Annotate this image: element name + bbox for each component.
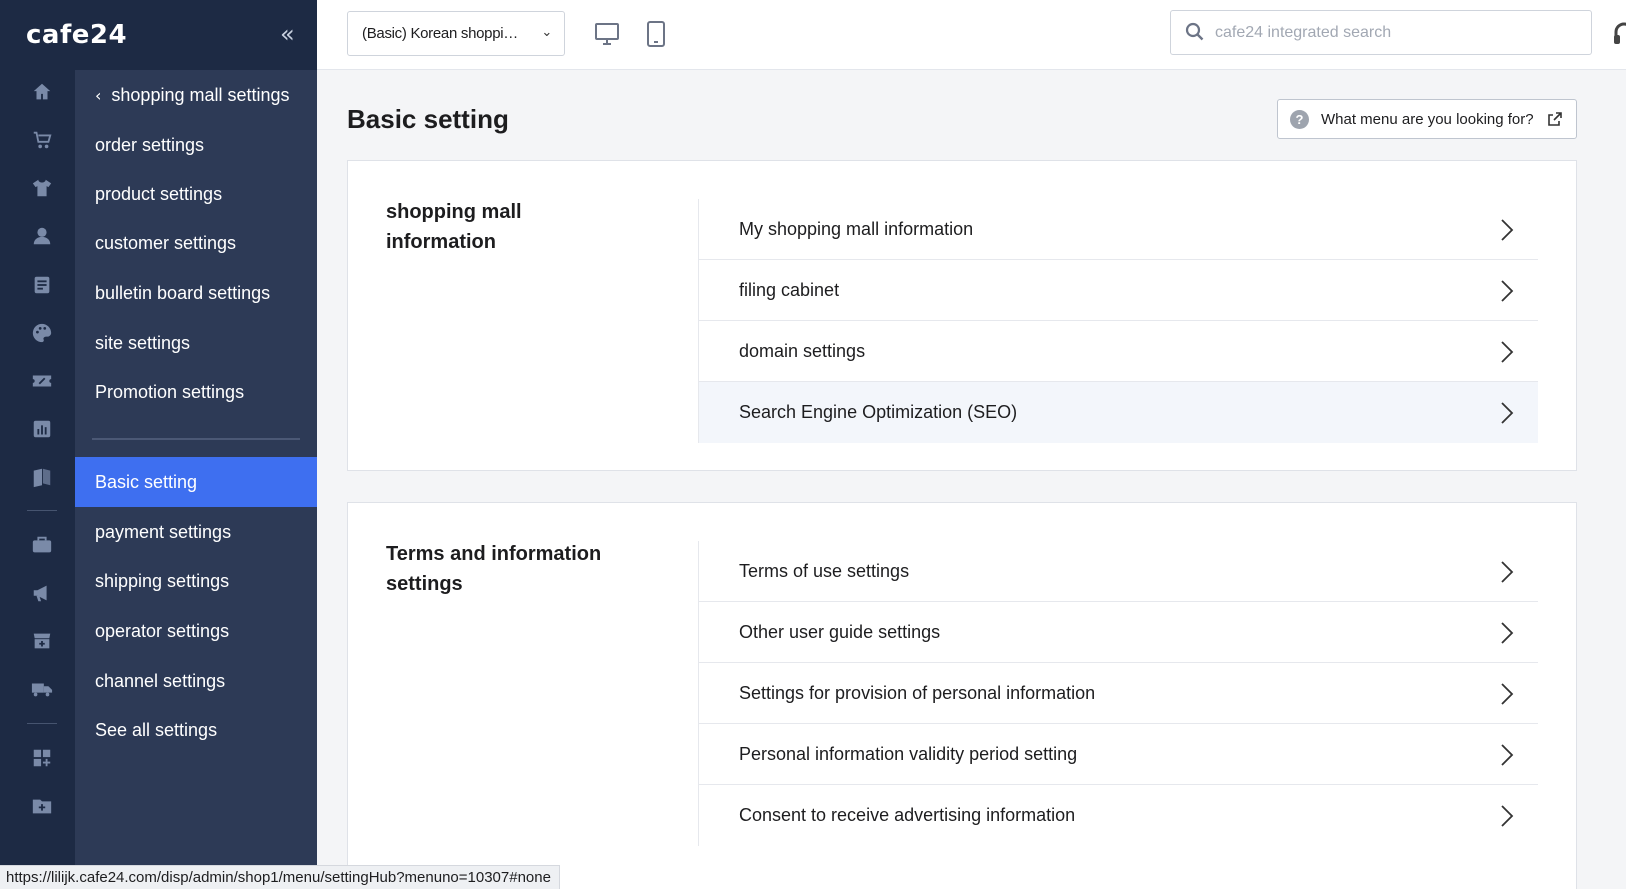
list-item[interactable]: Personal information validity period set… (699, 724, 1538, 785)
section-title: Terms and information settings (386, 543, 602, 595)
list-item-label: Terms of use settings (739, 560, 910, 581)
chevron-right-icon (1501, 744, 1514, 766)
cart-icon[interactable] (30, 128, 54, 152)
coupon-icon[interactable] (30, 369, 54, 393)
board-icon[interactable] (30, 273, 54, 297)
list-item-label: Settings for provision of personal infor… (739, 682, 1096, 703)
chevron-down-icon: ⌄ (541, 25, 552, 40)
chevron-right-icon (1501, 280, 1514, 302)
briefcase-icon[interactable] (30, 533, 54, 557)
chevron-right-icon (1501, 561, 1514, 583)
desktop-view-icon[interactable] (593, 20, 621, 48)
integrated-search-input[interactable]: cafe24 integrated search (1170, 10, 1592, 55)
apps-icon[interactable] (30, 746, 54, 770)
main-content: Basic setting ? What menu are you lookin… (317, 70, 1626, 889)
search-placeholder: cafe24 integrated search (1215, 23, 1392, 41)
list-item-label: Search Engine Optimization (SEO) (739, 402, 1018, 422)
megaphone-icon[interactable] (30, 581, 54, 605)
chevron-right-icon (1501, 805, 1514, 827)
chart-icon[interactable] (30, 417, 54, 441)
shop-select[interactable]: (Basic) Korean shopping mall ⌄ (347, 11, 565, 56)
home-icon[interactable] (30, 80, 54, 104)
list-item[interactable]: Consent to receive advertising informati… (699, 785, 1538, 846)
submenu-back-label: shopping mall settings (111, 84, 290, 105)
submenu-divider (92, 438, 300, 440)
submenu-item-see-all-settings[interactable]: See all settings (75, 705, 317, 755)
submenu-item-promotion-settings[interactable]: Promotion settings (75, 367, 317, 417)
question-icon: ? (1290, 110, 1309, 129)
list-item[interactable]: domain settings (699, 321, 1538, 382)
menu-finder-button[interactable]: ? What menu are you looking for? (1277, 99, 1577, 139)
chevron-right-icon (1501, 219, 1514, 241)
submenu-item-customer-settings[interactable]: customer settings (75, 218, 317, 268)
submenu-item-site-settings[interactable]: site settings (75, 318, 317, 368)
tablet-view-icon[interactable] (642, 20, 670, 48)
page-title: Basic setting (347, 104, 509, 134)
logo-bar: cafe24 « (0, 0, 317, 70)
terms-and-information-settings-card: Terms and information settings Terms of … (347, 502, 1577, 889)
truck-icon[interactable] (30, 677, 54, 701)
submenu-item-basic-setting[interactable]: Basic setting (75, 457, 317, 507)
list-item-label: My shopping mall information (739, 218, 974, 239)
list-item-label: domain settings (739, 340, 866, 361)
settings-submenu: ‹ shopping mall settings order settings … (75, 70, 317, 889)
chevron-right-icon (1501, 402, 1514, 424)
folder-add-icon[interactable] (30, 794, 54, 818)
list-item[interactable]: My shopping mall information (699, 199, 1538, 260)
list-item[interactable]: Search Engine Optimization (SEO) (699, 382, 1538, 443)
book-icon[interactable] (30, 465, 54, 489)
submenu-item-shipping-settings[interactable]: shipping settings (75, 556, 317, 606)
store-add-icon[interactable] (30, 629, 54, 653)
section-title: shopping mall information (386, 201, 522, 253)
submenu-item-payment-settings[interactable]: payment settings (75, 507, 317, 557)
browser-status-bar: https://lilijk.cafe24.com/disp/admin/sho… (0, 865, 560, 889)
submenu-item-order-settings[interactable]: order settings (75, 120, 317, 170)
chevron-right-icon (1501, 622, 1514, 644)
list-item-label: Personal information validity period set… (739, 743, 1078, 764)
list-item[interactable]: Settings for provision of personal infor… (699, 663, 1538, 724)
top-bar: (Basic) Korean shopping mall ⌄ cafe24 in… (317, 0, 1626, 70)
list-item-label: filing cabinet (739, 279, 840, 300)
section-list: My shopping mall information filing cabi… (698, 199, 1538, 443)
list-item[interactable]: filing cabinet (699, 260, 1538, 321)
shop-select-value: (Basic) Korean shopping mall (362, 25, 522, 42)
list-item-label: Other user guide settings (739, 621, 941, 642)
list-item[interactable]: Terms of use settings (699, 541, 1538, 602)
submenu-item-product-settings[interactable]: product settings (75, 169, 317, 219)
chevron-right-icon (1501, 341, 1514, 363)
shopping-mall-information-card: shopping mall information My shopping ma… (347, 160, 1577, 471)
chevron-left-icon: ‹ (95, 85, 102, 105)
section-list: Terms of use settings Other user guide s… (698, 541, 1538, 846)
chevron-right-icon (1501, 683, 1514, 705)
external-link-icon (1548, 112, 1562, 126)
search-icon (1185, 22, 1204, 41)
list-item[interactable]: Other user guide settings (699, 602, 1538, 663)
list-item-label: Consent to receive advertising informati… (739, 805, 1076, 825)
back-to-shopping-mall-settings[interactable]: ‹ shopping mall settings (75, 70, 317, 120)
menu-finder-label: What menu are you looking for? (1321, 110, 1534, 128)
headset-icon[interactable] (1612, 20, 1626, 48)
icon-rail (0, 0, 75, 889)
submenu-item-bulletin-board-settings[interactable]: bulletin board settings (75, 268, 317, 318)
submenu-item-operator-settings[interactable]: operator settings (75, 606, 317, 656)
tshirt-icon[interactable] (30, 176, 54, 200)
cafe24-logo[interactable]: cafe24 (26, 20, 127, 50)
palette-icon[interactable] (30, 321, 54, 345)
collapse-sidebar-icon[interactable]: « (280, 20, 295, 48)
submenu-item-channel-settings[interactable]: channel settings (75, 656, 317, 706)
user-icon[interactable] (30, 224, 54, 248)
